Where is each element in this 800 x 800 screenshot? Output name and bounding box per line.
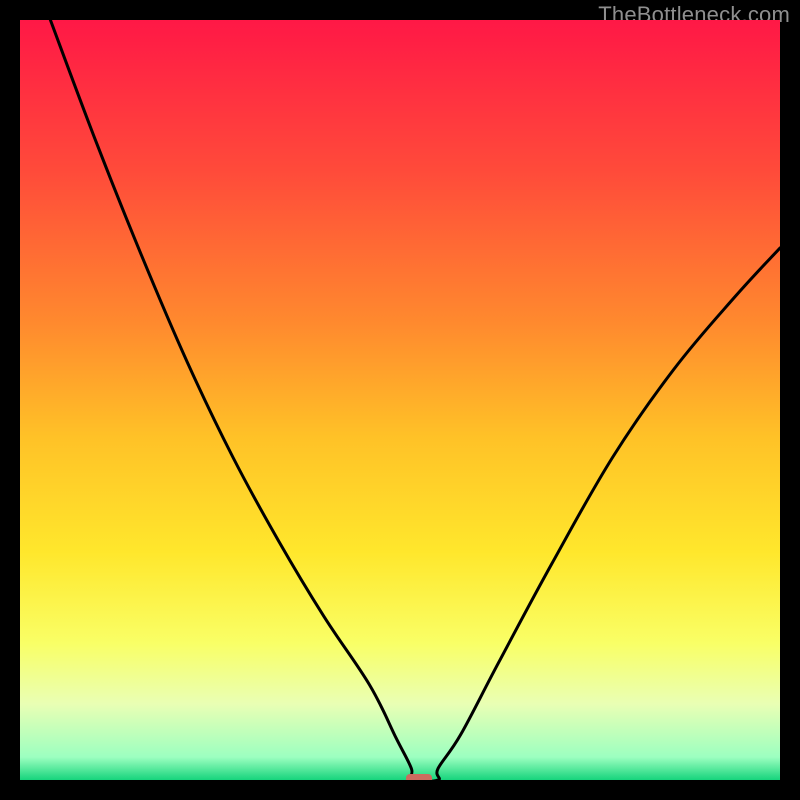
- optimum-marker: [406, 774, 432, 780]
- chart-background: [20, 20, 780, 780]
- chart-container: TheBottleneck.com: [0, 0, 800, 800]
- bottleneck-chart: [20, 20, 780, 780]
